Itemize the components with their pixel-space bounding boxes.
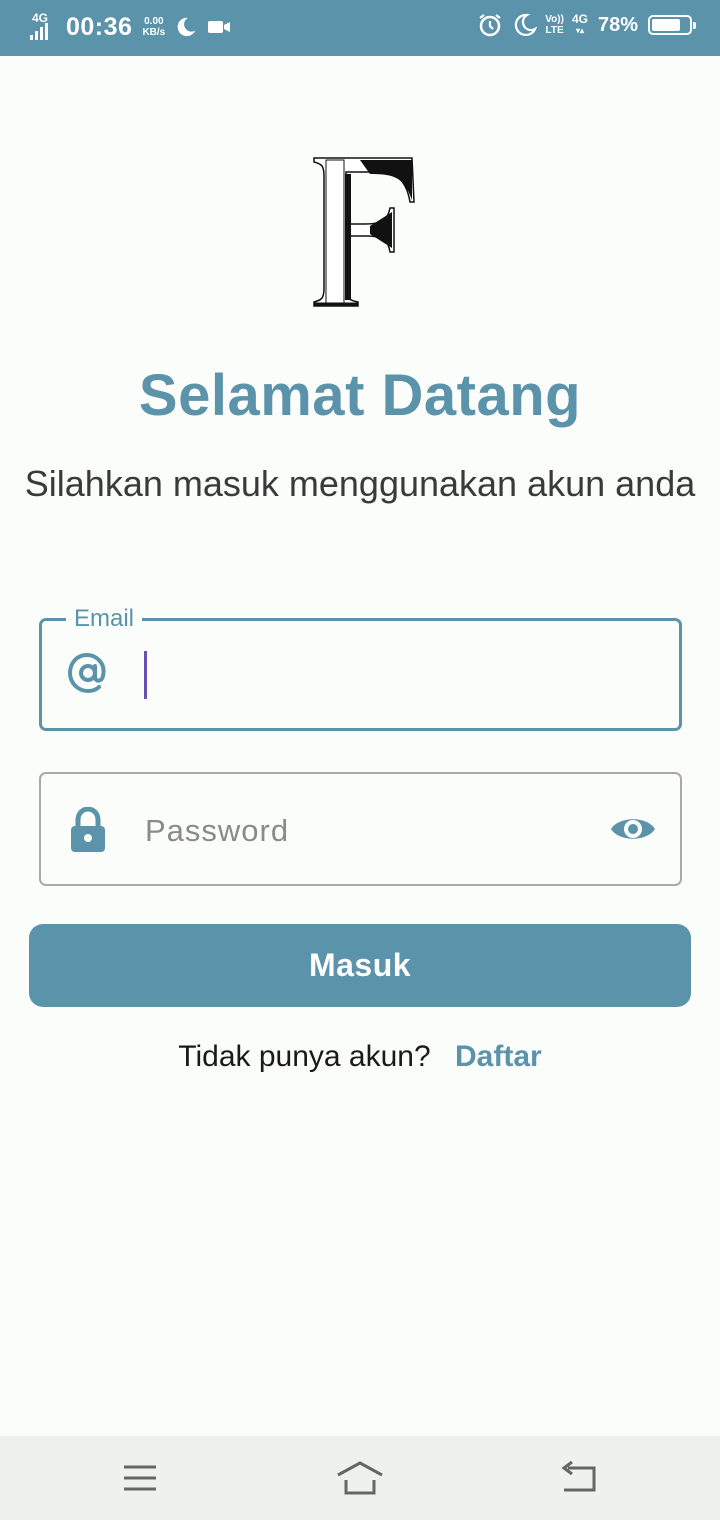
status-bar: 4G 00:36 0.00 KB/s Vo)) LTE 4G ▾▴ 78% <box>0 0 720 56</box>
signal-icon: 4G <box>30 12 60 42</box>
password-field[interactable] <box>39 772 682 886</box>
lock-icon <box>69 806 107 853</box>
password-input[interactable] <box>143 802 587 860</box>
at-icon <box>66 651 110 695</box>
moon-icon <box>175 16 197 38</box>
home-icon[interactable] <box>336 1458 384 1498</box>
text-cursor <box>144 651 147 699</box>
app-logo <box>300 150 420 310</box>
battery-icon <box>648 15 696 35</box>
alarm-icon <box>477 12 503 38</box>
battery-percent: 78% <box>597 13 638 36</box>
video-recording-icon <box>207 18 231 36</box>
eye-icon[interactable] <box>609 812 657 846</box>
login-button[interactable]: Masuk <box>29 924 691 1007</box>
network-speed: 0.00 KB/s <box>142 16 166 38</box>
network-type: 4G ▾▴ <box>571 12 588 35</box>
clock: 00:36 <box>66 12 133 41</box>
welcome-subtitle: Silahkan masuk menggunakan akun anda <box>24 463 696 504</box>
register-row: Tidak punya akun? Daftar <box>0 1040 720 1074</box>
email-field[interactable]: Email <box>39 605 682 731</box>
email-label: Email <box>66 605 143 633</box>
register-link[interactable]: Daftar <box>455 1040 542 1073</box>
menu-icon[interactable] <box>120 1458 160 1498</box>
register-prompt: Tidak punya akun? <box>178 1040 431 1073</box>
navigation-bar <box>0 1436 720 1520</box>
email-input[interactable] <box>152 645 656 707</box>
welcome-title: Selamat Datang <box>138 363 582 428</box>
back-icon[interactable] <box>560 1458 600 1498</box>
moon-icon <box>513 13 538 37</box>
volte-indicator: Vo)) LTE <box>545 14 564 36</box>
